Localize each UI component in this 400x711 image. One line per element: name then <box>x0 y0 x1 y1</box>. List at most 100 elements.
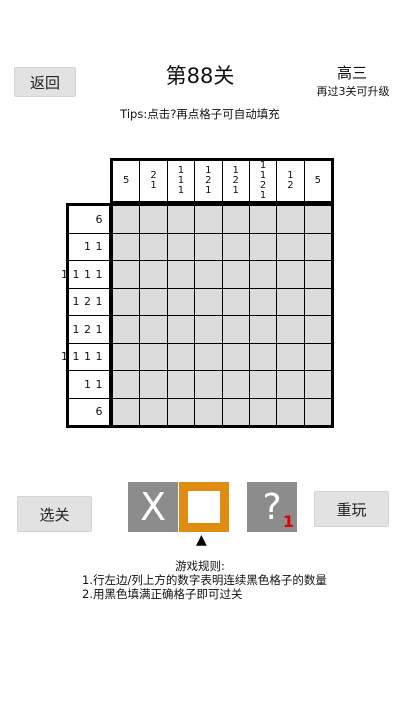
grid-cell[interactable] <box>167 206 195 233</box>
column-clue-number: 2 <box>287 180 294 191</box>
row-clues: 61 11 1 1 11 2 11 2 11 1 1 11 16 <box>61 203 112 428</box>
row-clue: 6 <box>95 405 103 419</box>
grid-cell[interactable] <box>304 371 331 398</box>
grid-cell[interactable] <box>167 343 195 370</box>
x-icon: X <box>139 485 167 529</box>
column-clue: 1121 <box>250 161 278 201</box>
rule-item: 1.行左边/列上方的数字表明连续黑色格子的数量 <box>82 573 327 587</box>
grid-cell[interactable] <box>304 233 331 260</box>
grid-cell[interactable] <box>140 371 167 398</box>
grid-cell[interactable] <box>167 316 195 343</box>
grid-cell[interactable] <box>277 398 304 425</box>
grid-cell[interactable] <box>140 206 167 233</box>
column-clue-number: 1 <box>232 185 239 196</box>
grid-cell[interactable] <box>249 261 277 288</box>
grid-cell[interactable] <box>249 206 277 233</box>
grid-cell[interactable] <box>195 233 222 260</box>
column-clue-number: 1 <box>205 185 212 196</box>
grid-cell[interactable] <box>277 233 304 260</box>
grid-cell[interactable] <box>167 233 195 260</box>
hint-tool-button[interactable]: ? 1 <box>247 482 297 532</box>
grid-cell[interactable] <box>304 206 331 233</box>
grid-cell[interactable] <box>140 398 167 425</box>
grid-cell[interactable] <box>113 316 140 343</box>
grid-cell[interactable] <box>304 261 331 288</box>
puzzle-grid <box>110 203 334 428</box>
square-icon <box>188 491 220 523</box>
grid-cell[interactable] <box>113 233 140 260</box>
grid-cell[interactable] <box>195 398 222 425</box>
grid-cell[interactable] <box>277 206 304 233</box>
grid-cell[interactable] <box>277 261 304 288</box>
grid-cell[interactable] <box>113 371 140 398</box>
grid-cell[interactable] <box>195 343 222 370</box>
grid-cell[interactable] <box>167 371 195 398</box>
grid-cell[interactable] <box>140 343 167 370</box>
grid-cell[interactable] <box>277 316 304 343</box>
grid-cell[interactable] <box>277 343 304 370</box>
grid-cell[interactable] <box>222 371 249 398</box>
grid-cell[interactable] <box>249 398 277 425</box>
select-level-button[interactable]: 选关 <box>17 496 92 532</box>
column-clue: 5 <box>305 161 331 201</box>
grid-cell[interactable] <box>167 398 195 425</box>
grid-cell[interactable] <box>277 288 304 315</box>
grid-cell[interactable] <box>140 233 167 260</box>
column-clue: 111 <box>168 161 196 201</box>
column-clue: 12 <box>277 161 305 201</box>
grid-cell[interactable] <box>195 316 222 343</box>
grid-cell[interactable] <box>304 343 331 370</box>
column-clue-number: 5 <box>123 175 130 186</box>
grid-cell[interactable] <box>222 261 249 288</box>
grid-cell[interactable] <box>249 371 277 398</box>
grid-cell[interactable] <box>113 343 140 370</box>
tips-text: Tips:点击?再点格子可自动填充 <box>120 107 280 121</box>
grid-cell[interactable] <box>113 398 140 425</box>
grid-cell[interactable] <box>140 261 167 288</box>
grid-cell[interactable] <box>113 206 140 233</box>
grid-cell[interactable] <box>113 288 140 315</box>
grid-cell[interactable] <box>304 398 331 425</box>
grid-cell[interactable] <box>222 316 249 343</box>
grid-cell[interactable] <box>222 233 249 260</box>
grid-cell[interactable] <box>249 316 277 343</box>
fill-tool-button[interactable] <box>179 482 229 532</box>
grid-cell[interactable] <box>140 316 167 343</box>
grid-cell[interactable] <box>195 371 222 398</box>
grid-cell[interactable] <box>167 261 195 288</box>
grid-cell[interactable] <box>222 288 249 315</box>
grid-cell[interactable] <box>140 288 167 315</box>
column-clue: 5 <box>113 161 141 201</box>
grid-cell[interactable] <box>249 288 277 315</box>
row-clue: 1 1 1 1 <box>61 261 109 289</box>
row-clue: 1 2 1 <box>69 316 109 344</box>
grid-cell[interactable] <box>277 371 304 398</box>
grid-cell[interactable] <box>222 343 249 370</box>
grid-cell[interactable] <box>249 233 277 260</box>
column-clue: 21 <box>140 161 168 201</box>
row-clue: 1 1 1 1 <box>61 344 109 371</box>
column-clue-number: 1 <box>150 180 157 191</box>
question-icon: ? <box>262 486 282 528</box>
grade-label: 高三 <box>336 64 367 82</box>
grid-cell[interactable] <box>304 316 331 343</box>
column-clue: 121 <box>195 161 223 201</box>
grid-cell[interactable] <box>113 261 140 288</box>
grid-cell[interactable] <box>195 288 222 315</box>
hint-count-badge: 1 <box>282 512 294 531</box>
grid-cell[interactable] <box>167 288 195 315</box>
grid-cell[interactable] <box>304 288 331 315</box>
row-clue: 1 1 <box>69 371 109 399</box>
grid-cell[interactable] <box>195 206 222 233</box>
grid-cell[interactable] <box>249 343 277 370</box>
replay-button[interactable]: 重玩 <box>314 491 389 527</box>
column-clue-number: 5 <box>314 175 321 186</box>
grid-cell[interactable] <box>195 261 222 288</box>
upgrade-hint: 再过3关可升级 <box>316 85 390 98</box>
mark-x-tool-button[interactable]: X <box>128 482 178 532</box>
grid-cell[interactable] <box>222 206 249 233</box>
grid-cell[interactable] <box>222 398 249 425</box>
column-clue-number: 1 <box>259 190 267 201</box>
rules-title: 游戏规则: <box>175 559 225 573</box>
row-clue: 6 <box>69 206 109 234</box>
